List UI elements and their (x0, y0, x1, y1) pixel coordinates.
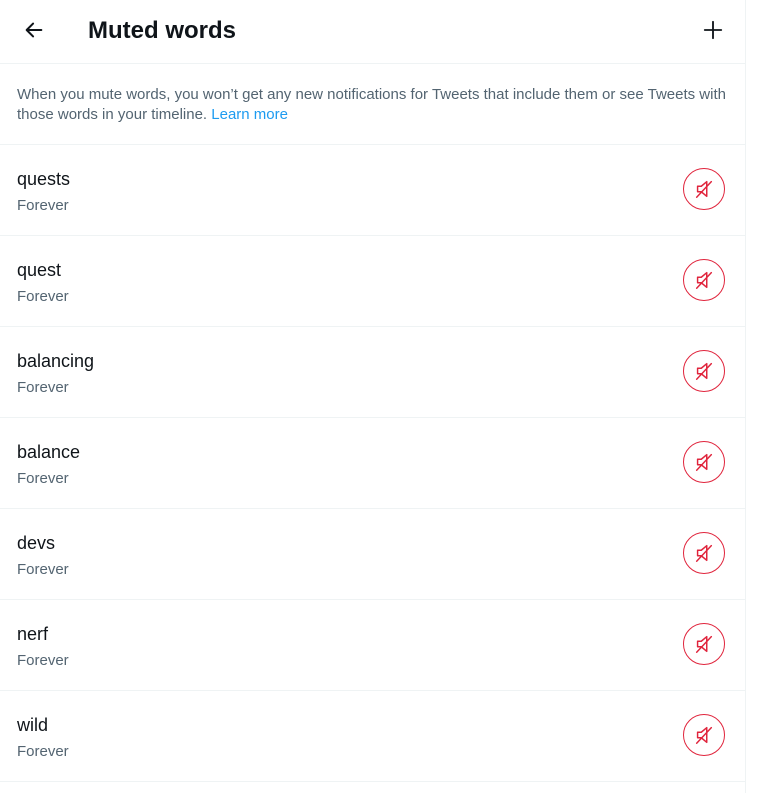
muted-word-row[interactable]: balancing Forever (0, 327, 745, 418)
muted-word-text: quest (17, 260, 62, 280)
muted-word-duration: Forever (17, 288, 69, 305)
muted-word-duration: Forever (17, 743, 69, 760)
back-button[interactable] (16, 12, 52, 48)
page-header: Muted words (0, 0, 745, 64)
muted-word-duration: Forever (17, 561, 69, 578)
muted-word-text: balancing (17, 351, 95, 371)
unmute-button[interactable] (683, 168, 725, 210)
muted-word-row[interactable]: nerf Forever (0, 600, 745, 691)
unmute-button[interactable] (683, 350, 725, 392)
learn-more-link[interactable]: Learn more (211, 106, 288, 123)
muted-word-row[interactable]: wild Forever (0, 691, 745, 782)
unmute-button[interactable] (683, 714, 725, 756)
muted-word-text: quests (17, 169, 71, 189)
speaker-muted-icon (695, 726, 713, 744)
speaker-muted-icon (695, 180, 713, 198)
muted-word-duration: Forever (17, 652, 69, 669)
unmute-button[interactable] (683, 441, 725, 483)
muted-word-row[interactable]: quest Forever (0, 236, 745, 327)
muted-words-panel: Muted words When you mute words, you won… (0, 0, 746, 793)
muted-word-text: wild (17, 715, 49, 735)
muted-word-duration: Forever (17, 379, 69, 396)
speaker-muted-icon (695, 453, 713, 471)
plus-icon (703, 20, 723, 40)
muted-word-text: devs (17, 533, 56, 553)
muted-words-description: When you mute words, you won’t get any n… (0, 64, 745, 145)
speaker-muted-icon (695, 635, 713, 653)
muted-word-row[interactable]: balance Forever (0, 418, 745, 509)
muted-word-duration: Forever (17, 470, 69, 487)
muted-word-text: nerf (17, 624, 49, 644)
unmute-button[interactable] (683, 623, 725, 665)
muted-word-row[interactable]: quests Forever (0, 145, 745, 236)
muted-words-list: quests Forever quest Forever balancing F… (0, 145, 745, 782)
speaker-muted-icon (695, 544, 713, 562)
muted-word-row[interactable]: devs Forever (0, 509, 745, 600)
add-muted-word-button[interactable] (695, 12, 731, 48)
speaker-muted-icon (695, 362, 713, 380)
speaker-muted-icon (695, 271, 713, 289)
description-text: When you mute words, you won’t get any n… (17, 86, 726, 123)
muted-word-duration: Forever (17, 197, 69, 214)
page-title: Muted words (88, 17, 236, 44)
muted-word-text: balance (17, 442, 81, 462)
unmute-button[interactable] (683, 532, 725, 574)
arrow-left-icon (25, 22, 43, 38)
unmute-button[interactable] (683, 259, 725, 301)
